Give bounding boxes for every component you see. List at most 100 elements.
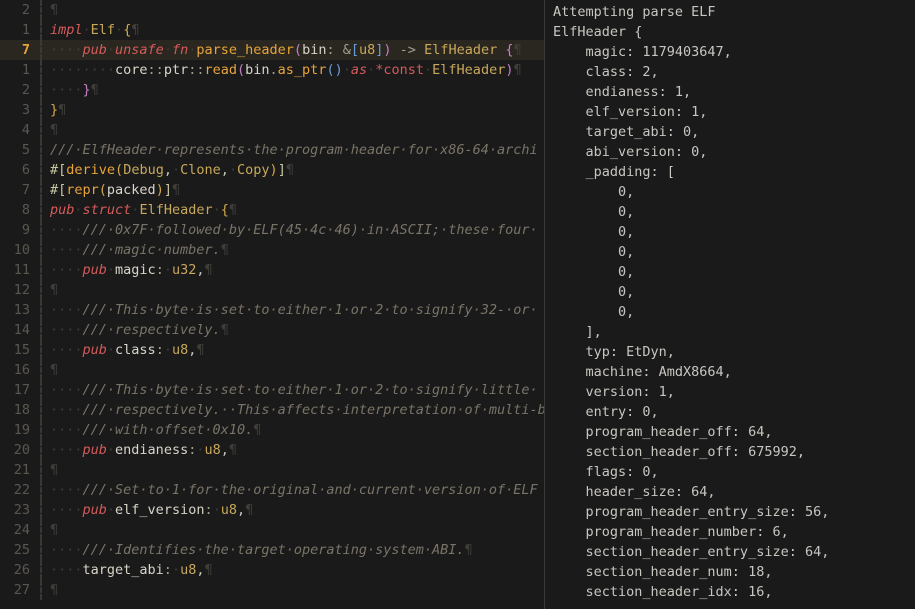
code-content[interactable]: ····pub·magic:·u32,¶ xyxy=(42,260,213,280)
code-content[interactable]: ····pub·unsafe·fn·parse_header(bin: &[u8… xyxy=(42,40,522,60)
output-line: Attempting parse ELF xyxy=(553,2,907,22)
code-content[interactable]: impl·Elf·{¶ xyxy=(42,20,139,40)
output-line: typ: EtDyn, xyxy=(553,342,907,362)
code-line[interactable]: 2¶ xyxy=(0,0,544,20)
line-number: 22 xyxy=(0,480,42,500)
code-content[interactable]: #[repr(packed)]¶ xyxy=(42,180,180,200)
code-line[interactable]: 26····target_abi:·u8,¶ xyxy=(0,560,544,580)
code-content[interactable]: ¶ xyxy=(42,360,58,380)
line-number: 2 xyxy=(0,80,42,100)
code-content[interactable]: ····///·Identifies·the·target·operating·… xyxy=(42,540,473,560)
output-line: 0, xyxy=(553,302,907,322)
code-content[interactable]: ····}¶ xyxy=(42,80,99,100)
line-number: 12 xyxy=(0,280,42,300)
line-number: 5 xyxy=(0,140,42,160)
code-content[interactable]: ····///·This·byte·is·set·to·either·1·or·… xyxy=(42,380,538,400)
code-line[interactable]: 21¶ xyxy=(0,460,544,480)
code-content[interactable]: ····target_abi:·u8,¶ xyxy=(42,560,213,580)
code-editor-pane[interactable]: 2¶1impl·Elf·{¶7····pub·unsafe·fn·parse_h… xyxy=(0,0,545,609)
line-number: 4 xyxy=(0,120,42,140)
line-number: 10 xyxy=(0,240,42,260)
line-number: 3 xyxy=(0,100,42,120)
code-line[interactable]: 1impl·Elf·{¶ xyxy=(0,20,544,40)
code-content[interactable]: ····pub·class:·u8,¶ xyxy=(42,340,205,360)
output-line: entry: 0, xyxy=(553,402,907,422)
output-line: 0, xyxy=(553,242,907,262)
line-number: 23 xyxy=(0,500,42,520)
code-line[interactable]: 7#[repr(packed)]¶ xyxy=(0,180,544,200)
terminal-output-pane[interactable]: Attempting parse ELFElfHeader { magic: 1… xyxy=(545,0,915,609)
output-line: machine: AmdX8664, xyxy=(553,362,907,382)
code-content[interactable]: ¶ xyxy=(42,580,58,600)
code-content[interactable]: ¶ xyxy=(42,0,58,20)
line-number: 1 xyxy=(0,60,42,80)
line-number: 1 xyxy=(0,20,42,40)
code-line[interactable]: 15····pub·class:·u8,¶ xyxy=(0,340,544,360)
output-line: 0, xyxy=(553,222,907,242)
line-number: 8 xyxy=(0,200,42,220)
line-number: 9 xyxy=(0,220,42,240)
output-line: section_header_num: 18, xyxy=(553,562,907,582)
code-content[interactable]: ¶ xyxy=(42,520,58,540)
code-content[interactable]: #[derive(Debug,·Clone,·Copy)]¶ xyxy=(42,160,294,180)
code-line[interactable]: 12¶ xyxy=(0,280,544,300)
code-content[interactable]: ///·ElfHeader·represents·the·program·hea… xyxy=(42,140,538,160)
code-line[interactable]: 8pub·struct·ElfHeader·{¶ xyxy=(0,200,544,220)
code-content[interactable]: ····pub·elf_version:·u8,¶ xyxy=(42,500,253,520)
code-line[interactable]: 13····///·This·byte·is·set·to·either·1·o… xyxy=(0,300,544,320)
code-line[interactable]: 18····///·respectively.··This·affects·in… xyxy=(0,400,544,420)
code-line[interactable]: 23····pub·elf_version:·u8,¶ xyxy=(0,500,544,520)
code-content[interactable]: ····///·magic·number.¶ xyxy=(42,240,229,260)
code-line[interactable]: 11····pub·magic:·u32,¶ xyxy=(0,260,544,280)
code-line[interactable]: 19····///·with·offset·0x10.¶ xyxy=(0,420,544,440)
code-content[interactable]: ¶ xyxy=(42,460,58,480)
code-line[interactable]: 16¶ xyxy=(0,360,544,380)
code-content[interactable]: ····///·Set·to·1·for·the·original·and·cu… xyxy=(42,480,538,500)
code-line[interactable]: 7····pub·unsafe·fn·parse_header(bin: &[u… xyxy=(0,40,544,60)
code-line[interactable]: 17····///·This·byte·is·set·to·either·1·o… xyxy=(0,380,544,400)
code-line[interactable]: 10····///·magic·number.¶ xyxy=(0,240,544,260)
code-content[interactable]: ····///·respectively.··This·affects·inte… xyxy=(42,400,544,420)
code-line[interactable]: 9····///·0x7F·followed·by·ELF(45·4c·46)·… xyxy=(0,220,544,240)
line-number: 24 xyxy=(0,520,42,540)
code-content[interactable]: ····///·0x7F·followed·by·ELF(45·4c·46)·i… xyxy=(42,220,538,240)
output-line: 0, xyxy=(553,262,907,282)
line-number: 18 xyxy=(0,400,42,420)
line-number: 13 xyxy=(0,300,42,320)
code-content[interactable]: ¶ xyxy=(42,280,58,300)
line-number: 17 xyxy=(0,380,42,400)
line-number: 25 xyxy=(0,540,42,560)
output-line: ], xyxy=(553,322,907,342)
code-line[interactable]: 6#[derive(Debug,·Clone,·Copy)]¶ xyxy=(0,160,544,180)
code-line[interactable]: 4¶ xyxy=(0,120,544,140)
code-content[interactable]: ········core::ptr::read(bin.as_ptr()·as·… xyxy=(42,60,522,80)
line-number: 7 xyxy=(0,40,42,60)
code-content[interactable]: ····///·respectively.¶ xyxy=(42,320,229,340)
code-line[interactable]: 2····}¶ xyxy=(0,80,544,100)
code-line[interactable]: 22····///·Set·to·1·for·the·original·and·… xyxy=(0,480,544,500)
output-line: _padding: [ xyxy=(553,162,907,182)
code-line[interactable]: 24¶ xyxy=(0,520,544,540)
code-content[interactable]: ····pub·endianess:·u8,¶ xyxy=(42,440,237,460)
code-content[interactable]: ¶ xyxy=(42,120,58,140)
code-line[interactable]: 1········core::ptr::read(bin.as_ptr()·as… xyxy=(0,60,544,80)
line-number: 16 xyxy=(0,360,42,380)
code-line[interactable]: 27¶ xyxy=(0,580,544,600)
code-line[interactable]: 5///·ElfHeader·represents·the·program·he… xyxy=(0,140,544,160)
code-line[interactable]: 3}¶ xyxy=(0,100,544,120)
code-line[interactable]: 20····pub·endianess:·u8,¶ xyxy=(0,440,544,460)
line-number: 20 xyxy=(0,440,42,460)
code-line[interactable]: 14····///·respectively.¶ xyxy=(0,320,544,340)
output-line: section_header_off: 675992, xyxy=(553,442,907,462)
output-line: elf_version: 1, xyxy=(553,102,907,122)
output-line: flags: 0, xyxy=(553,462,907,482)
output-line: program_header_number: 6, xyxy=(553,522,907,542)
line-number: 14 xyxy=(0,320,42,340)
line-number: 2 xyxy=(0,0,42,20)
code-content[interactable]: ····///·This·byte·is·set·to·either·1·or·… xyxy=(42,300,538,320)
code-line[interactable]: 25····///·Identifies·the·target·operatin… xyxy=(0,540,544,560)
code-content[interactable]: ····///·with·offset·0x10.¶ xyxy=(42,420,261,440)
code-content[interactable]: }¶ xyxy=(42,100,66,120)
line-number: 7 xyxy=(0,180,42,200)
code-content[interactable]: pub·struct·ElfHeader·{¶ xyxy=(42,200,237,220)
